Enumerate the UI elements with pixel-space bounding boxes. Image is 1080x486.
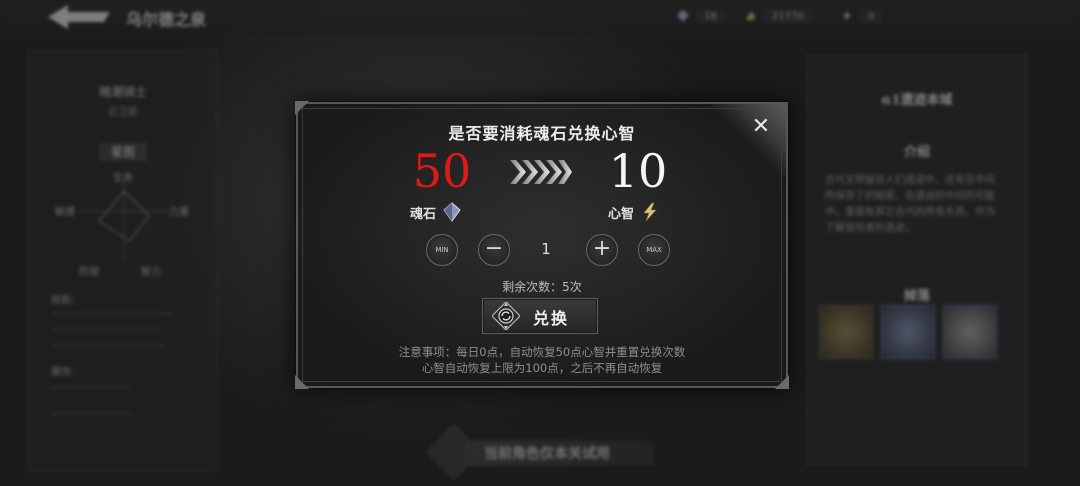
lightning-icon — [843, 10, 851, 22]
remaining-count: 剩余次数：5次 — [502, 280, 582, 294]
resource-lightning-value: 0 — [860, 9, 883, 23]
resource-gold[interactable]: 21770 — [744, 7, 812, 25]
exchange-emblem-icon — [492, 302, 520, 330]
stage-description: 古代文明留在人们遗迹中，还有在中间所保存了的秘密，在遗迹的中间的可能中，里面有其… — [825, 175, 995, 234]
gain-amount: 10 — [608, 144, 668, 198]
skill-line — [51, 313, 171, 314]
character-name: 暗潮骑士 — [98, 85, 147, 99]
exchange-button[interactable]: 兑换 — [482, 298, 598, 334]
dialog-title: 是否要消耗魂石兑换心智 — [448, 124, 636, 143]
intro-heading: 介绍 — [903, 145, 930, 160]
resource-lightning[interactable]: 0 — [840, 7, 883, 25]
stat-label-int: 智力 — [141, 267, 161, 278]
note-line-1: 注意事项：每日0点，自动恢复50点心智并重置兑换次数 — [398, 345, 686, 359]
soulstone-icon — [443, 202, 461, 222]
gain-currency-label: 心智 — [608, 206, 635, 222]
drops-heading: 掉落 — [903, 289, 930, 304]
cost-amount: 50 — [412, 144, 472, 198]
attributes-heading: 属性: — [51, 367, 75, 378]
drop-item-ore[interactable] — [819, 305, 873, 359]
stat-label-hp: 生命 — [113, 173, 133, 184]
tab-star-map[interactable]: 星图 — [99, 143, 147, 161]
corner-ornament-icon — [295, 375, 309, 389]
skill-line — [51, 329, 161, 330]
drop-item-crystal[interactable] — [881, 305, 935, 359]
skills-heading: 技能: — [51, 295, 75, 306]
crystal-icon — [677, 10, 689, 22]
gold-icon — [746, 11, 756, 21]
quantity-selector: MIN − 1 + MAX — [298, 232, 786, 266]
decrease-button[interactable]: − — [478, 234, 510, 266]
resource-crystal-value: 18 — [696, 9, 725, 23]
attribute-line — [51, 387, 131, 388]
quantity-value[interactable]: 1 — [510, 236, 582, 262]
stat-label-agi: 敏捷 — [55, 207, 75, 218]
note-line-2: 心智自动恢复上限为100点，之后不再自动恢复 — [421, 361, 663, 375]
stat-label-def: 防御 — [79, 267, 99, 278]
increase-button[interactable]: + — [586, 234, 618, 266]
stage-title: α1遗迹本域 — [881, 93, 953, 108]
drop-item-metal[interactable] — [943, 305, 997, 359]
convert-arrows-icon — [510, 160, 572, 184]
gain-currency: 心智 — [608, 202, 660, 222]
stat-label-str: 力量 — [169, 207, 189, 218]
cost-currency-label: 魂石 — [410, 206, 437, 222]
back-arrow-icon[interactable] — [46, 4, 112, 30]
top-bar: 乌尔德之泉 18 21770 0 — [0, 0, 1080, 37]
character-panel: 暗潮骑士 近卫部 星图 生命 敏捷 力量 防御 智力 技能: 属性: — [28, 50, 218, 472]
corner-ornament-icon — [295, 101, 309, 115]
mind-lightning-icon — [643, 202, 657, 222]
trial-character-button[interactable]: 当前角色仅本关试用 — [424, 424, 664, 484]
resource-gold-value: 21770 — [764, 9, 812, 23]
skill-line — [51, 345, 166, 346]
star-map-chart — [79, 181, 169, 261]
corner-ornament-icon — [775, 375, 789, 389]
trial-label: 当前角色仅本关试用 — [484, 446, 610, 462]
min-button[interactable]: MIN — [426, 234, 458, 266]
attribute-line — [51, 413, 131, 414]
stage-info-panel: α1遗迹本域 介绍 古代文明留在人们遗迹中，还有在中间所保存了的秘密，在遗迹的中… — [806, 54, 1028, 466]
cost-currency: 魂石 — [410, 202, 462, 222]
page-title: 乌尔德之泉 — [126, 10, 207, 29]
max-button[interactable]: MAX — [638, 234, 670, 266]
character-class: 近卫部 — [108, 107, 138, 118]
exchange-dialog: ✕ 是否要消耗魂石兑换心智 50 10 魂石 心智 MIN − 1 + MAX … — [295, 101, 789, 389]
resource-crystal[interactable]: 18 — [676, 7, 725, 25]
exchange-label: 兑换 — [533, 309, 570, 328]
